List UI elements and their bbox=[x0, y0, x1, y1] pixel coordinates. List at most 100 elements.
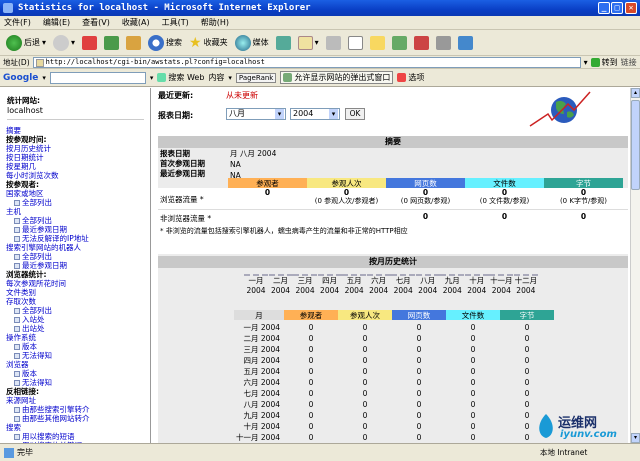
nav-link[interactable]: 每次参观所花时间 bbox=[6, 279, 150, 288]
scroll-down-icon[interactable]: ▾ bbox=[631, 433, 640, 443]
google-content-button[interactable]: 内容 bbox=[208, 72, 224, 83]
summary-report-date-value: 月 八月 2004 bbox=[230, 149, 277, 158]
nav-sublink[interactable]: 入站处 bbox=[6, 315, 150, 324]
nav-link[interactable]: 按月历史统计 bbox=[6, 144, 150, 153]
maximize-button[interactable]: □ bbox=[611, 2, 623, 14]
nav-link[interactable]: 按星期几 bbox=[6, 162, 150, 171]
menu-item-4[interactable]: 工具(T) bbox=[162, 17, 189, 28]
history-month-name: 二月 bbox=[273, 276, 289, 285]
messenger-button[interactable] bbox=[390, 33, 409, 53]
main-frame: 最近更新: 从未更新 报表日期: 八月 ▾ 2004 ▾ OK 摘要 报表日期 月 … bbox=[152, 88, 630, 443]
discuss-icon bbox=[369, 35, 385, 50]
navigation-frame: 统计网站: localhost 摘要 按参观时间: 按月历史统计 按日期统计 按星期几每… bbox=[1, 88, 151, 443]
history-row-value: 0 bbox=[362, 323, 368, 332]
options-icon bbox=[397, 73, 407, 82]
history-icon bbox=[275, 35, 291, 50]
nav-link[interactable]: 来源网址 bbox=[6, 396, 150, 405]
nav-link[interactable]: 按日期统计 bbox=[6, 153, 150, 162]
nav-sublink[interactable]: 出站处 bbox=[6, 324, 150, 333]
edit-icon bbox=[347, 35, 363, 50]
history-row-value: 0 bbox=[308, 378, 314, 387]
nav-sublink[interactable]: 无法反解译的IP地址 bbox=[6, 234, 150, 243]
discuss-button[interactable] bbox=[368, 33, 387, 53]
address-input[interactable]: http://localhost/cgi-bin/awstats.pl?conf… bbox=[32, 56, 581, 68]
search-button[interactable]: 搜索 bbox=[146, 33, 184, 53]
nav-sublink[interactable]: 无法得知 bbox=[6, 351, 150, 360]
scroll-up-icon[interactable]: ▴ bbox=[631, 88, 640, 98]
menu-item-0[interactable]: 文件(F) bbox=[4, 17, 31, 28]
minimize-button[interactable]: _ bbox=[598, 2, 610, 14]
year-select[interactable]: 2004 ▾ bbox=[290, 108, 340, 120]
nav-link[interactable]: 每小时浏览次数 bbox=[6, 171, 150, 180]
close-button[interactable]: ✕ bbox=[625, 2, 637, 14]
nav-sublink[interactable]: 全部列出 bbox=[6, 306, 150, 315]
nav-sublink[interactable]: 全部列出 bbox=[6, 252, 150, 261]
search-icon bbox=[148, 34, 165, 51]
research-button[interactable] bbox=[412, 33, 431, 53]
nav-link[interactable]: 搜索引擎网站的机器人 bbox=[6, 243, 150, 252]
refresh-button[interactable] bbox=[102, 33, 121, 53]
menu-item-3[interactable]: 收藏(A) bbox=[122, 17, 150, 28]
history-table: 一月 2004 0 0 0 0 0 二月 2004 0 0 0 0 0 三月 2004 0 0 0 0 0 四月 2… bbox=[234, 322, 554, 443]
menu-item-icon bbox=[14, 343, 20, 350]
nav-link[interactable]: 主机 bbox=[6, 207, 150, 216]
history-month-year: 2004 bbox=[295, 286, 315, 295]
address-dropdown-icon[interactable]: ▾ bbox=[584, 58, 588, 67]
nav-link[interactable]: 摘要 bbox=[6, 126, 150, 135]
menu-item-1[interactable]: 编辑(E) bbox=[43, 17, 70, 28]
nav-sublink[interactable]: 用以搜索的短语 bbox=[6, 432, 150, 441]
nav-sublink[interactable]: 版本 bbox=[6, 369, 150, 378]
nav-sublink[interactable]: 版本 bbox=[6, 342, 150, 351]
history-month-name: 九月 bbox=[444, 276, 460, 285]
links-label[interactable]: 链接 bbox=[621, 57, 637, 68]
history-row: 五月 2004 0 0 0 0 0 bbox=[234, 366, 554, 377]
site-value: localhost bbox=[7, 106, 144, 120]
edit-button[interactable] bbox=[346, 33, 365, 53]
mail-button[interactable]: ▾ bbox=[296, 33, 321, 53]
history-month-year: 2004 bbox=[320, 286, 340, 295]
nav-link[interactable]: 浏览器 bbox=[6, 360, 150, 369]
popup-blocker-button[interactable]: 允许显示网站的弹出式窗口 bbox=[280, 71, 394, 84]
history-row-value: 0 bbox=[524, 334, 530, 343]
tool-button[interactable] bbox=[434, 33, 453, 53]
nav-link[interactable]: 操作系统 bbox=[6, 333, 150, 342]
nav-link[interactable]: 存取次数 bbox=[6, 297, 150, 306]
mobile-button[interactable] bbox=[456, 33, 475, 53]
history-row: 九月 2004 0 0 0 0 0 bbox=[234, 410, 554, 421]
favorites-button[interactable]: ★ 收藏夹 bbox=[187, 33, 230, 53]
nav-link[interactable]: 搜索 bbox=[6, 423, 150, 432]
ok-button[interactable]: OK bbox=[345, 108, 365, 120]
history-row: 八月 2004 0 0 0 0 0 bbox=[234, 399, 554, 410]
google-logo[interactable]: Google bbox=[3, 73, 38, 83]
menu-item-2[interactable]: 查看(V) bbox=[82, 17, 110, 28]
nav-sublink[interactable]: 由那些其他网站转介 bbox=[6, 414, 150, 423]
nav-sublink-label: 最近参观日期 bbox=[22, 225, 67, 234]
menu-item-5[interactable]: 帮助(H) bbox=[201, 17, 229, 28]
nav-sublink[interactable]: 由那些搜索引擎转介 bbox=[6, 405, 150, 414]
options-button[interactable]: 选项 bbox=[397, 72, 424, 83]
history-row: 二月 2004 0 0 0 0 0 bbox=[234, 333, 554, 344]
print-button[interactable] bbox=[324, 33, 343, 53]
nav-link[interactable]: 文件类别 bbox=[6, 288, 150, 297]
history-month-year: 2004 bbox=[246, 286, 266, 295]
history-button[interactable] bbox=[274, 33, 293, 53]
nav-sublink[interactable]: 全部列出 bbox=[6, 198, 150, 207]
google-search-web-button[interactable]: 搜索 Web bbox=[157, 72, 204, 83]
nav-sublink[interactable]: 无法得知 bbox=[6, 378, 150, 387]
back-button[interactable]: 后退 ▾ bbox=[4, 33, 48, 53]
history-row-month: 十一月 2004 bbox=[236, 433, 280, 442]
forward-button[interactable]: ▾ bbox=[51, 33, 77, 53]
stop-button[interactable] bbox=[80, 33, 99, 53]
vertical-scrollbar[interactable]: ▴ ▾ bbox=[630, 88, 640, 443]
nav-link[interactable]: 国家或地区 bbox=[6, 189, 150, 198]
month-select[interactable]: 八月 ▾ bbox=[226, 108, 286, 120]
google-search-input[interactable] bbox=[49, 71, 146, 84]
home-button[interactable] bbox=[124, 33, 143, 53]
nav-sublink[interactable]: 全部列出 bbox=[6, 216, 150, 225]
nav-sublink[interactable]: 最近参观日期 bbox=[6, 225, 150, 234]
go-button[interactable]: 转到 bbox=[590, 57, 618, 68]
scroll-thumb[interactable] bbox=[631, 100, 640, 190]
summary-column-headers: 参观者 参观人次 网页数 文件数 字节 bbox=[228, 178, 624, 188]
media-button[interactable]: 媒体 bbox=[233, 33, 271, 53]
nav-sublink[interactable]: 最近参观日期 bbox=[6, 261, 150, 270]
